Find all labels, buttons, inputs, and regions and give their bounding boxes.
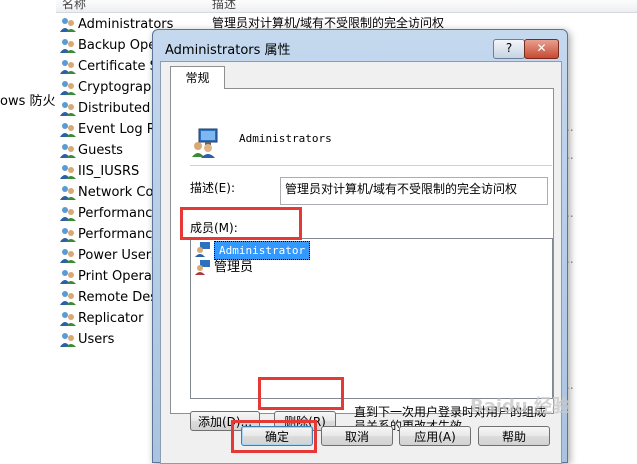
tab-general[interactable]: 常规 — [170, 66, 225, 89]
group-icon — [60, 186, 76, 200]
list-item-label: Cryptograph — [78, 80, 160, 95]
apply-button[interactable]: 应用(A) — [399, 426, 471, 446]
group-icon — [60, 144, 76, 158]
group-icon — [60, 270, 76, 284]
group-icon — [60, 333, 76, 347]
group-icon — [60, 123, 76, 137]
help-button[interactable]: 帮助 — [478, 426, 550, 446]
list-item-label: Performance — [78, 206, 161, 221]
tab-panel-general: Administrators 描述(E): 管理员对计算机/域有不受限制的完全访… — [170, 88, 554, 431]
list-item-label: Backup Oper — [78, 38, 162, 53]
member-name: Administrator — [214, 241, 311, 260]
user-icon — [195, 242, 210, 257]
separator — [190, 165, 552, 166]
list-item-label: Event Log Re — [78, 122, 164, 137]
column-name-header[interactable]: 名称 — [62, 0, 86, 12]
watermark-logo: Baidu 经验 — [470, 396, 571, 417]
close-button[interactable]: ✕ — [524, 39, 559, 59]
group-icon — [60, 312, 76, 326]
left-panel-text: ows 防火 — [0, 94, 56, 109]
right-panel: .. .. .. .. .. — [566, 120, 574, 392]
group-icon — [60, 60, 76, 74]
group-icon — [60, 291, 76, 305]
group-icon — [60, 249, 76, 263]
list-item-label: Guests — [78, 143, 123, 158]
dialog-title: Administrators 属性 — [165, 43, 291, 58]
group-icon — [60, 18, 76, 32]
ok-button[interactable]: 确定 — [241, 426, 313, 446]
list-item-label: Performance — [78, 227, 161, 242]
group-icon — [60, 207, 76, 221]
list-item-label: Users — [78, 332, 115, 347]
members-list[interactable]: Administrator 管理员 — [190, 238, 553, 399]
column-desc-header[interactable]: 描述 — [212, 0, 236, 12]
group-icon — [192, 128, 218, 158]
description-label: 描述(E): — [190, 181, 235, 195]
group-icon — [60, 81, 76, 95]
group-icon — [60, 165, 76, 179]
description-field[interactable]: 管理员对计算机/域有不受限制的完全访问权 — [280, 177, 548, 205]
group-icon — [60, 102, 76, 116]
list-item-label: Distributed C — [78, 101, 164, 116]
left-panel: ows 防火 — [0, 0, 56, 461]
members-label: 成员(M): — [190, 221, 238, 235]
help-title-button[interactable]: ? — [493, 39, 525, 59]
list-item-label: Power Users — [78, 248, 158, 263]
list-item-label: Replicator — [78, 311, 144, 326]
list-item-label: Network Cor — [78, 185, 159, 200]
group-icon — [60, 228, 76, 242]
member-name: 管理员 — [214, 260, 254, 275]
list-header: 名称 描述 — [56, 0, 637, 13]
group-icon — [60, 39, 76, 53]
cancel-button[interactable]: 取消 — [321, 426, 393, 446]
user-icon — [195, 260, 210, 275]
list-item-label: IIS_IUSRS — [78, 164, 140, 179]
group-name: Administrators — [239, 132, 332, 145]
